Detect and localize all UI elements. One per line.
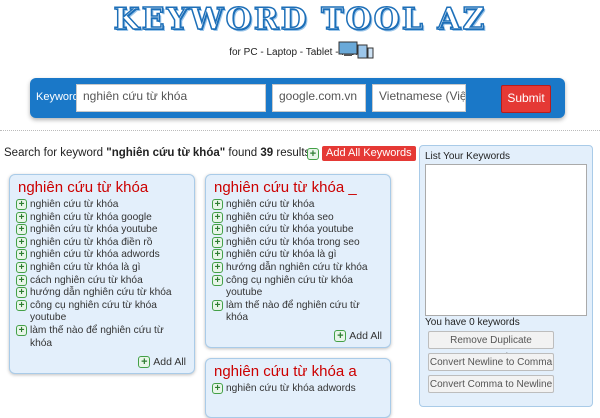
add-icon[interactable]: + <box>16 211 27 223</box>
keyword-group-card: nghiên cứu từ khóa _ + nghiên cứu từ khóa… <box>205 174 391 348</box>
add-icon[interactable]: + <box>212 199 223 210</box>
list-item[interactable]: + nghiên cứu từ khóa adwords <box>212 383 384 396</box>
add-all-keywords-button[interactable]: + Add All Keywords <box>307 146 416 161</box>
add-icon[interactable]: + <box>16 236 27 248</box>
results-summary: Search for keyword "nghiên cứu từ khóa" … <box>4 147 311 159</box>
comma-to-newline-button[interactable]: Convert Comma to Newline <box>428 375 554 393</box>
remove-duplicates-button[interactable]: Remove Duplicate Keywords <box>428 331 554 363</box>
divider <box>0 130 600 131</box>
tagline: for PC - Laptop - Tablet - Mobile <box>229 47 371 58</box>
add-icon[interactable]: + <box>16 299 27 311</box>
add-icon[interactable]: + <box>16 224 27 236</box>
list-item[interactable]: + nghiên cứu từ khóa youtube <box>16 224 188 237</box>
list-item[interactable]: + nghiên cứu từ khóa adwords <box>16 249 188 262</box>
list-item[interactable]: + làm thế nào để nghiên cứu từ khóa <box>16 324 188 350</box>
list-item[interactable]: + nghiên cứu từ khóa google <box>16 211 188 225</box>
add-icon[interactable]: + <box>212 211 223 223</box>
list-item[interactable]: + cách nghiên cứu từ khóa <box>16 274 188 288</box>
add-icon[interactable]: + <box>212 299 223 311</box>
card-title: nghiên cứu từ khóa _ <box>214 179 357 196</box>
add-icon: + <box>334 330 347 342</box>
add-icon[interactable]: + <box>16 199 27 210</box>
list-item[interactable]: + nghiên cứu từ khóa là gì <box>16 261 188 275</box>
card-title: nghiên cứu từ khóa a <box>214 363 357 380</box>
list-item[interactable]: + công cụ nghiên cứu từ khóa youtube <box>16 299 188 325</box>
list-item[interactable]: + hướng dẫn nghiên cứu từ khóa <box>16 287 188 300</box>
searched-keyword: "nghiên cứu từ khóa" <box>106 147 226 159</box>
add-icon[interactable]: + <box>16 324 27 336</box>
keyword-input[interactable]: nghiên cứu từ khóa <box>76 84 266 112</box>
add-icon[interactable]: + <box>212 261 223 273</box>
list-item[interactable]: + hướng dẫn nghiên cứu từ khóa <box>212 261 384 275</box>
add-icon[interactable]: + <box>16 287 27 299</box>
keyword-list-label: List Your Keywords <box>425 151 511 162</box>
add-icon: + <box>138 356 151 368</box>
list-item[interactable]: + nghiên cứu từ khóa là gì <box>212 249 384 262</box>
add-icon[interactable]: + <box>16 249 27 261</box>
keyword-list-panel: List Your Keywords You have 0 keywords R… <box>419 145 593 407</box>
submit-button[interactable]: Submit <box>501 85 551 113</box>
search-bar: Keyword: nghiên cứu từ khóa google.com.v… <box>30 78 565 118</box>
card-title: nghiên cứu từ khóa <box>18 179 149 196</box>
add-icon[interactable]: + <box>212 274 223 286</box>
keyword-list-textarea[interactable] <box>425 164 587 316</box>
list-item[interactable]: + làm thế nào để nghiên cứu từ khóa <box>212 299 384 325</box>
card-add-all-button[interactable]: + Add All <box>334 330 382 342</box>
language-select[interactable]: Vietnamese (Việt <box>372 84 466 112</box>
keyword-count: You have 0 keywords <box>425 317 520 328</box>
card-add-all-button[interactable]: + Add All <box>138 356 186 368</box>
list-item[interactable]: + công cụ nghiên cứu từ khóa youtube <box>212 274 384 300</box>
keyword-group-card: nghiên cứu từ khóa + nghiên cứu từ khóa +… <box>9 174 195 374</box>
results-count: 39 <box>260 147 274 159</box>
list-item[interactable]: + nghiên cứu từ khóa điền rồ <box>16 236 188 250</box>
domain-select[interactable]: google.com.vn <box>272 84 366 112</box>
site-logo[interactable]: KEYWORD TOOL AZ <box>0 1 600 38</box>
list-item[interactable]: + nghiên cứu từ khóa <box>16 199 188 212</box>
add-icon: + <box>307 147 319 160</box>
add-icon[interactable]: + <box>16 274 27 286</box>
keyword-group-card: nghiên cứu từ khóa a + nghiên cứu từ khóa… <box>205 358 391 418</box>
add-icon[interactable]: + <box>212 236 223 248</box>
list-item[interactable]: + nghiên cứu từ khóa trong seo <box>212 236 384 250</box>
add-icon[interactable]: + <box>212 383 223 394</box>
list-item[interactable]: + nghiên cứu từ khóa seo <box>212 211 384 225</box>
add-icon[interactable]: + <box>212 224 223 236</box>
add-icon[interactable]: + <box>16 261 27 273</box>
newline-to-comma-button[interactable]: Convert Newline to Comma <box>428 353 554 371</box>
list-item[interactable]: + nghiên cứu từ khóa youtube <box>212 224 384 237</box>
keyword-label: Keyword: <box>36 91 82 103</box>
list-item[interactable]: + nghiên cứu từ khóa <box>212 199 384 212</box>
devices-icon <box>338 41 374 59</box>
add-icon[interactable]: + <box>212 249 223 261</box>
